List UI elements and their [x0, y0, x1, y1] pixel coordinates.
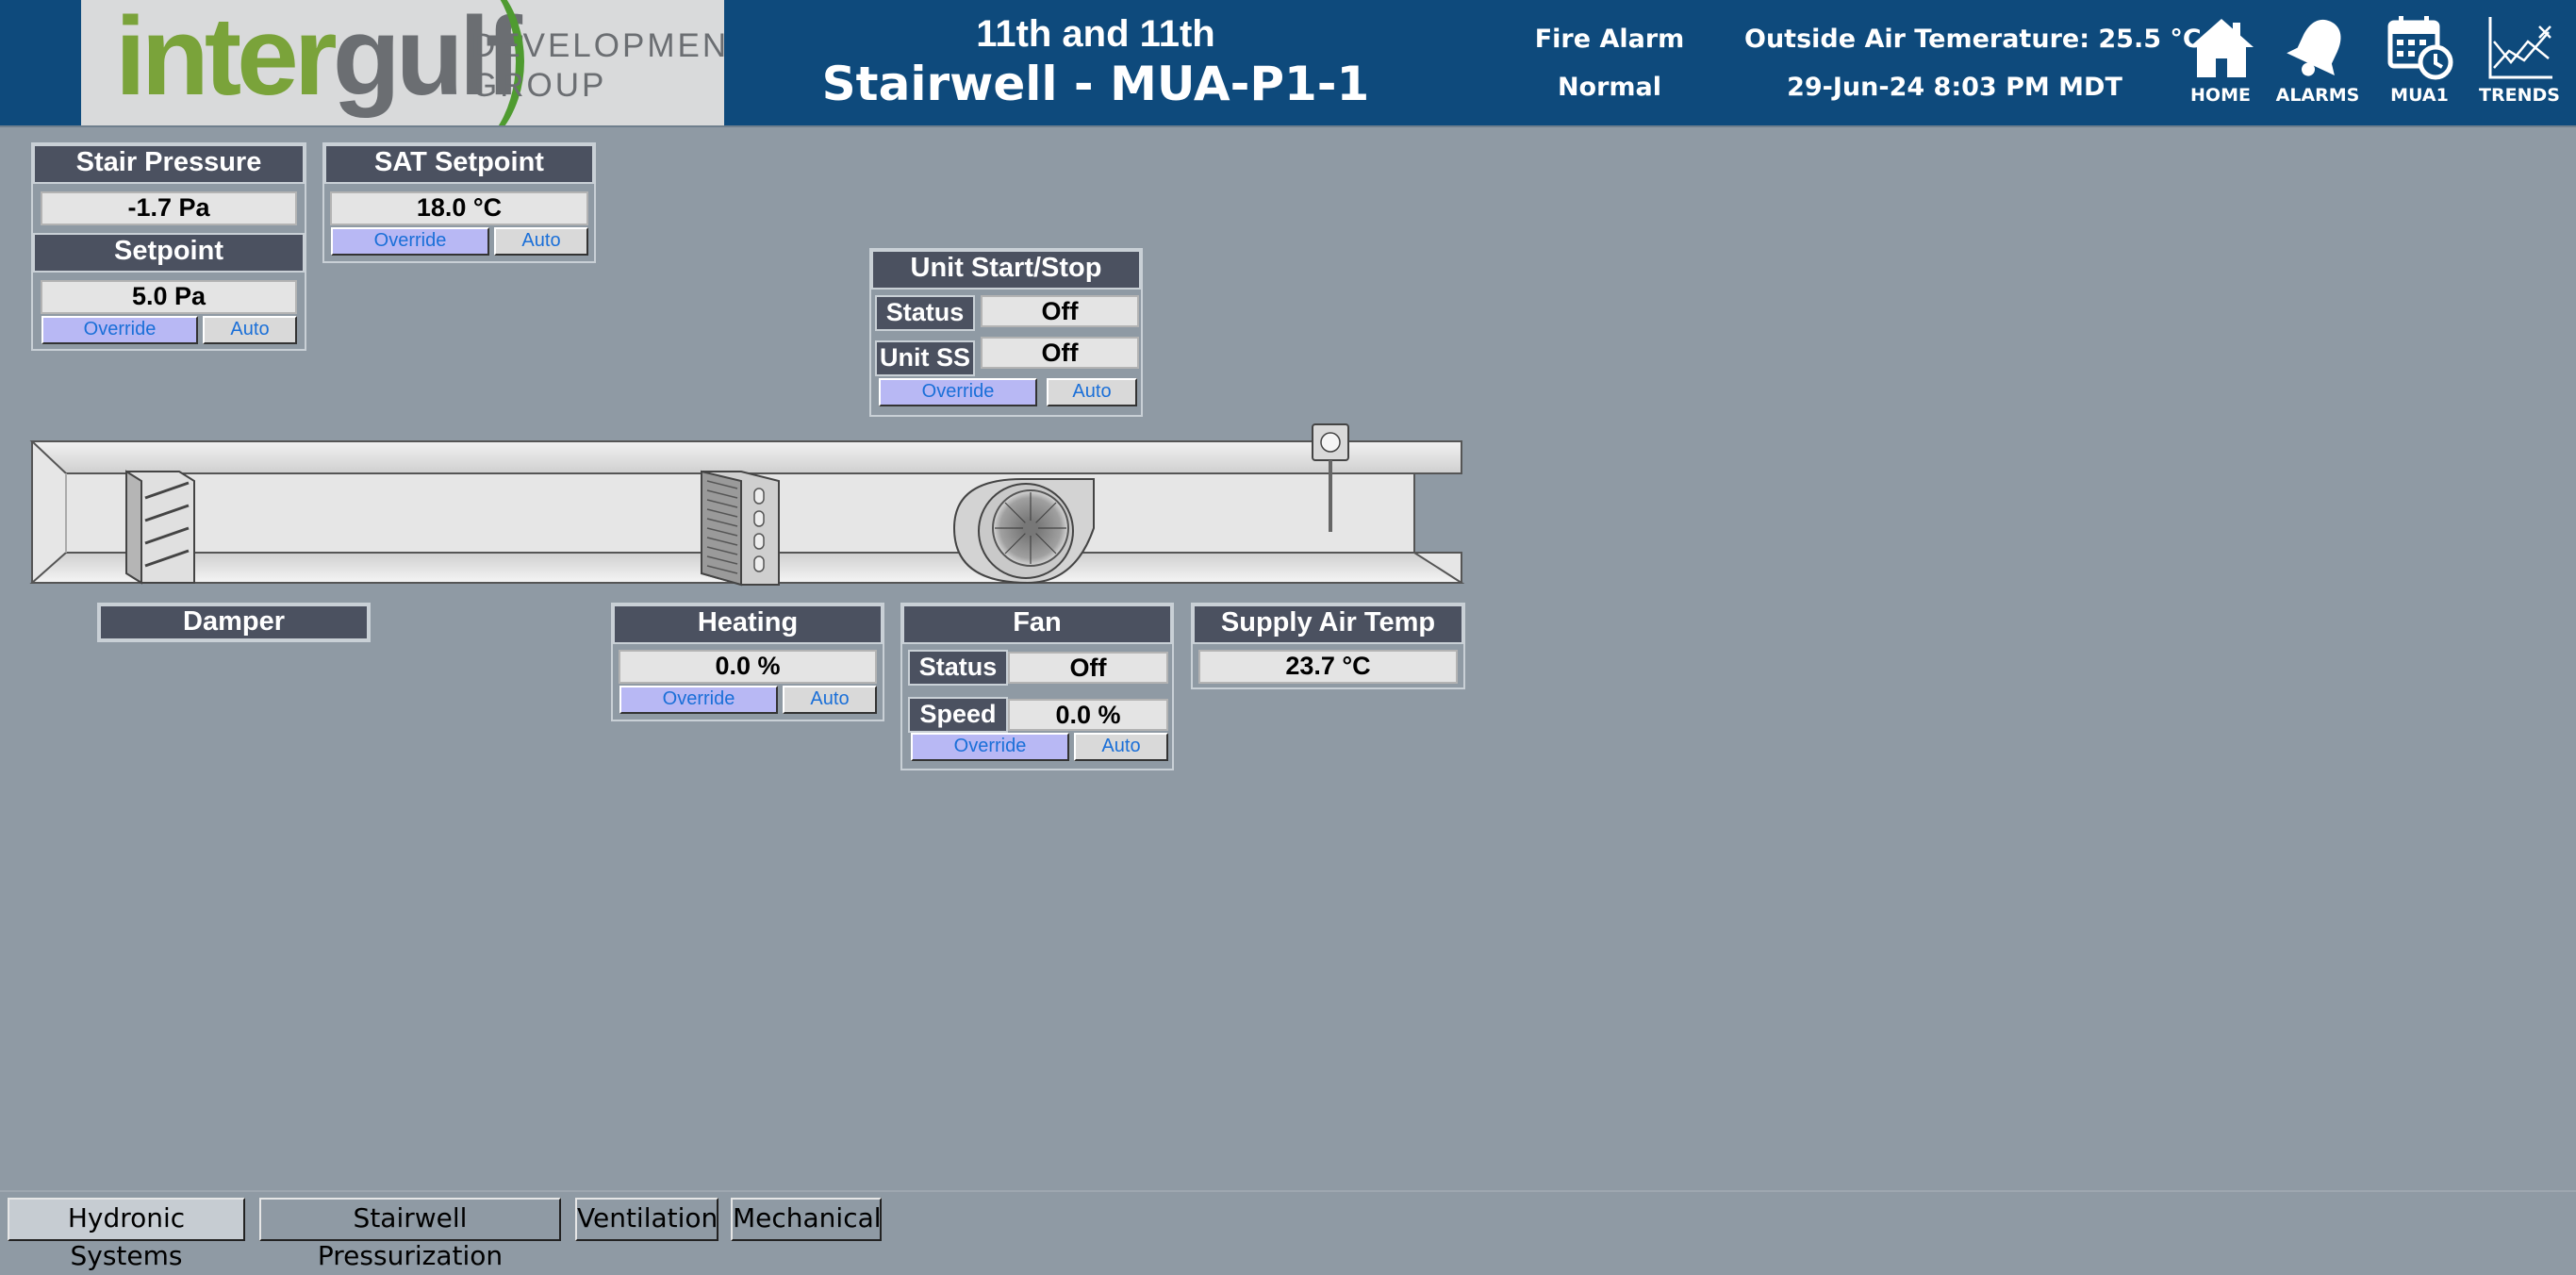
fan-status-value: Off [1008, 652, 1168, 684]
damper-panel: Damper [97, 603, 371, 642]
sat-setpoint-auto-button[interactable]: Auto [494, 227, 588, 256]
fan-auto-button[interactable]: Auto [1074, 733, 1168, 761]
outside-air-temp: Outside Air Temerature: 25.5 °C [1744, 25, 2202, 54]
date-time: 29-Jun-24 8:03 PM MDT [1787, 73, 2122, 102]
fan-panel: Fan Status Off Speed 0.0 % Override Auto [900, 603, 1174, 770]
stair-pressure-title: Stair Pressure [33, 144, 305, 184]
tab-ventilation[interactable]: Ventilation [575, 1198, 718, 1241]
unit-start-stop-panel: Unit Start/Stop Status Off Unit SS Off O… [869, 248, 1143, 417]
unit-ss-auto-button[interactable]: Auto [1047, 378, 1137, 406]
sat-setpoint-panel: SAT Setpoint 18.0 °C Override Auto [322, 142, 596, 263]
heating-title: Heating [613, 604, 883, 644]
heating-coil-icon [701, 470, 780, 587]
stair-pressure-value: -1.7 Pa [41, 191, 297, 225]
unit-ss-value: Off [981, 337, 1139, 369]
heating-auto-button[interactable]: Auto [783, 686, 877, 714]
page-title: Stairwell - MUA-P1-1 [821, 57, 1370, 111]
company-logo: intergulf DEVELOPMENT GROUP [81, 0, 724, 125]
nav-trends-button[interactable]: TRENDS [2472, 9, 2567, 115]
damper-title: Damper [99, 604, 369, 640]
setpoint-value: 5.0 Pa [41, 280, 297, 314]
tab-stairwell-pressurization[interactable]: Stairwell Pressurization [259, 1198, 561, 1271]
heating-panel: Heating 0.0 % Override Auto [611, 603, 884, 721]
tab-hydronic-systems[interactable]: Hydronic Systems [8, 1198, 245, 1271]
bell-icon [2287, 19, 2341, 76]
supply-air-temp-title: Supply Air Temp [1193, 604, 1463, 644]
trend-chart-icon [2488, 17, 2552, 79]
tab-mechanical[interactable]: Mechanical [731, 1198, 882, 1241]
supply-air-temp-panel: Supply Air Temp 23.7 °C [1191, 603, 1465, 689]
fire-alarm-status: Normal [1557, 73, 1662, 102]
logo-subtitle: DEVELOPMENT GROUP [471, 27, 724, 104]
air-handler-diagram [29, 423, 1465, 587]
unit-ss-override-button[interactable]: Override [879, 378, 1037, 406]
damper-icon [125, 470, 195, 585]
fan-status-label: Status [908, 650, 1008, 686]
sat-setpoint-override-button[interactable]: Override [331, 227, 489, 256]
heating-value: 0.0 % [619, 650, 877, 684]
header-bar: intergulf DEVELOPMENT GROUP 11th and 11t… [0, 0, 2576, 127]
nav-mua1-button[interactable]: MUA1 [2372, 9, 2467, 115]
nav-home-button[interactable]: HOME [2173, 9, 2268, 115]
setpoint-title: Setpoint [33, 233, 305, 273]
setpoint-override-button[interactable]: Override [41, 316, 198, 344]
stair-pressure-panel: Stair Pressure -1.7 Pa Setpoint 5.0 Pa O… [31, 142, 306, 351]
site-title: 11th and 11th [976, 13, 1215, 55]
unit-status-value: Off [981, 295, 1139, 327]
fan-speed-value: 0.0 % [1008, 699, 1168, 731]
fan-override-button[interactable]: Override [911, 733, 1069, 761]
fan-speed-label: Speed [908, 697, 1008, 733]
calendar-clock-icon [2387, 16, 2453, 80]
sat-setpoint-value: 18.0 °C [330, 191, 588, 225]
heating-override-button[interactable]: Override [619, 686, 778, 714]
fire-alarm-label: Fire Alarm [1534, 25, 1685, 54]
unit-status-label: Status [875, 295, 975, 331]
home-icon [2189, 19, 2254, 77]
nav-alarms-button[interactable]: ALARMS [2271, 9, 2365, 115]
fan-title: Fan [902, 604, 1172, 644]
setpoint-auto-button[interactable]: Auto [203, 316, 297, 344]
supply-air-temp-value: 23.7 °C [1198, 650, 1458, 684]
unit-start-stop-title: Unit Start/Stop [871, 250, 1141, 290]
sat-setpoint-title: SAT Setpoint [324, 144, 594, 184]
unit-ss-label: Unit SS [875, 340, 975, 376]
